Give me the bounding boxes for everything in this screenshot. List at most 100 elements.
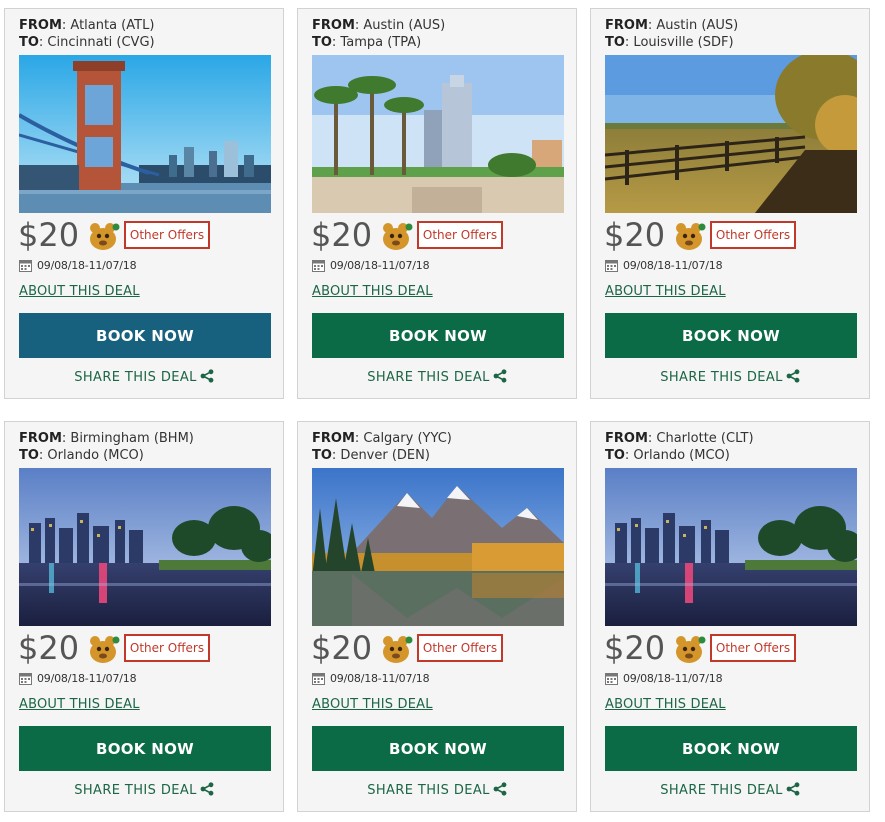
- to-value: : Louisville (SDF): [624, 35, 734, 50]
- from-value: : Calgary (YYC): [354, 431, 452, 446]
- from-label: FROM: [19, 18, 62, 33]
- about-deal-link[interactable]: ABOUT THIS DEAL: [312, 284, 433, 300]
- to-value: : Orlando (MCO): [624, 448, 730, 463]
- share-deal-link[interactable]: SHARE THIS DEAL: [298, 782, 576, 798]
- deal-dates: 09/08/18-11/07/18: [623, 259, 723, 272]
- to-line: TO: Tampa (TPA): [312, 34, 445, 51]
- from-value: : Atlanta (ATL): [61, 18, 155, 33]
- share-icon: [786, 782, 800, 796]
- book-now-button[interactable]: BOOK NOW: [312, 726, 564, 771]
- book-now-button[interactable]: BOOK NOW: [605, 726, 857, 771]
- deal-card: FROM: Austin (AUS) TO: Tampa (TPA) $20 O…: [297, 8, 577, 399]
- share-deal-link[interactable]: SHARE THIS DEAL: [591, 369, 869, 385]
- from-line: FROM: Charlotte (CLT): [605, 430, 754, 447]
- share-label: SHARE THIS DEAL: [367, 370, 490, 385]
- other-offers-button[interactable]: Other Offers: [124, 221, 210, 249]
- to-line: TO: Orlando (MCO): [605, 447, 754, 464]
- orlando-lake-skyline-image[interactable]: [605, 468, 857, 626]
- from-label: FROM: [312, 431, 355, 446]
- to-line: TO: Orlando (MCO): [19, 447, 194, 464]
- frontier-mascot-icon: [90, 223, 120, 250]
- about-deal-link[interactable]: ABOUT THIS DEAL: [19, 284, 140, 300]
- share-icon: [200, 782, 214, 796]
- from-line: FROM: Austin (AUS): [312, 17, 445, 34]
- deal-dates: 09/08/18-11/07/18: [330, 672, 430, 685]
- from-label: FROM: [19, 431, 62, 446]
- from-label: FROM: [312, 18, 355, 33]
- deal-card: FROM: Austin (AUS) TO: Louisville (SDF) …: [590, 8, 870, 399]
- cincinnati-bridge-skyline-image[interactable]: [19, 55, 271, 213]
- share-label: SHARE THIS DEAL: [660, 783, 783, 798]
- from-line: FROM: Birmingham (BHM): [19, 430, 194, 447]
- to-value: : Denver (DEN): [331, 448, 430, 463]
- to-label: TO: [605, 448, 625, 463]
- book-now-button[interactable]: BOOK NOW: [19, 726, 271, 771]
- calendar-icon: [605, 260, 618, 272]
- tampa-palms-tower-image[interactable]: [312, 55, 564, 213]
- route-info: FROM: Austin (AUS) TO: Louisville (SDF): [605, 17, 738, 51]
- share-label: SHARE THIS DEAL: [660, 370, 783, 385]
- about-deal-link[interactable]: ABOUT THIS DEAL: [312, 697, 433, 713]
- calendar-icon: [312, 673, 325, 685]
- deal-dates: 09/08/18-11/07/18: [37, 259, 137, 272]
- orlando-lake-skyline-image[interactable]: [19, 468, 271, 626]
- from-label: FROM: [605, 431, 648, 446]
- other-offers-button[interactable]: Other Offers: [710, 634, 796, 662]
- frontier-mascot-icon: [383, 636, 413, 663]
- book-now-button[interactable]: BOOK NOW: [605, 313, 857, 358]
- to-label: TO: [312, 448, 332, 463]
- to-label: TO: [19, 35, 39, 50]
- from-line: FROM: Austin (AUS): [605, 17, 738, 34]
- share-deal-link[interactable]: SHARE THIS DEAL: [5, 782, 283, 798]
- route-info: FROM: Birmingham (BHM) TO: Orlando (MCO): [19, 430, 194, 464]
- book-now-button[interactable]: BOOK NOW: [19, 313, 271, 358]
- other-offers-button[interactable]: Other Offers: [710, 221, 796, 249]
- from-value: : Austin (AUS): [647, 18, 739, 33]
- calendar-icon: [605, 673, 618, 685]
- calendar-icon: [19, 260, 32, 272]
- from-line: FROM: Atlanta (ATL): [19, 17, 155, 34]
- to-value: : Cincinnati (CVG): [38, 35, 155, 50]
- share-deal-link[interactable]: SHARE THIS DEAL: [5, 369, 283, 385]
- share-icon: [786, 369, 800, 383]
- frontier-mascot-icon: [676, 223, 706, 250]
- price: $20: [18, 216, 80, 254]
- to-line: TO: Cincinnati (CVG): [19, 34, 155, 51]
- to-label: TO: [19, 448, 39, 463]
- route-info: FROM: Calgary (YYC) TO: Denver (DEN): [312, 430, 452, 464]
- to-line: TO: Louisville (SDF): [605, 34, 738, 51]
- share-deal-link[interactable]: SHARE THIS DEAL: [591, 782, 869, 798]
- from-label: FROM: [605, 18, 648, 33]
- to-label: TO: [312, 35, 332, 50]
- share-label: SHARE THIS DEAL: [367, 783, 490, 798]
- denver-mountain-lake-image[interactable]: [312, 468, 564, 626]
- calendar-icon: [19, 673, 32, 685]
- route-info: FROM: Atlanta (ATL) TO: Cincinnati (CVG): [19, 17, 155, 51]
- share-label: SHARE THIS DEAL: [74, 783, 197, 798]
- about-deal-link[interactable]: ABOUT THIS DEAL: [19, 697, 140, 713]
- from-value: : Birmingham (BHM): [61, 431, 194, 446]
- deal-card: FROM: Calgary (YYC) TO: Denver (DEN) $20…: [297, 421, 577, 812]
- other-offers-button[interactable]: Other Offers: [417, 634, 503, 662]
- from-line: FROM: Calgary (YYC): [312, 430, 452, 447]
- frontier-mascot-icon: [90, 636, 120, 663]
- calendar-icon: [312, 260, 325, 272]
- price: $20: [604, 216, 666, 254]
- other-offers-button[interactable]: Other Offers: [417, 221, 503, 249]
- deal-card: FROM: Birmingham (BHM) TO: Orlando (MCO)…: [4, 421, 284, 812]
- share-icon: [493, 782, 507, 796]
- deal-dates: 09/08/18-11/07/18: [623, 672, 723, 685]
- about-deal-link[interactable]: ABOUT THIS DEAL: [605, 697, 726, 713]
- other-offers-button[interactable]: Other Offers: [124, 634, 210, 662]
- deal-card: FROM: Atlanta (ATL) TO: Cincinnati (CVG)…: [4, 8, 284, 399]
- share-icon: [200, 369, 214, 383]
- about-deal-link[interactable]: ABOUT THIS DEAL: [605, 284, 726, 300]
- louisville-farm-fence-image[interactable]: [605, 55, 857, 213]
- frontier-mascot-icon: [383, 223, 413, 250]
- from-value: : Charlotte (CLT): [647, 431, 754, 446]
- share-label: SHARE THIS DEAL: [74, 370, 197, 385]
- price: $20: [18, 629, 80, 667]
- share-deal-link[interactable]: SHARE THIS DEAL: [298, 369, 576, 385]
- to-line: TO: Denver (DEN): [312, 447, 452, 464]
- book-now-button[interactable]: BOOK NOW: [312, 313, 564, 358]
